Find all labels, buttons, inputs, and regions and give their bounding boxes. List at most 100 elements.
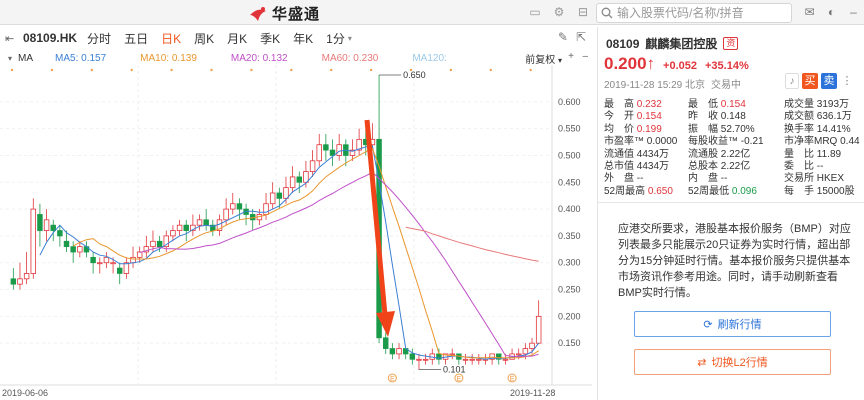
last-price: 0.200↑ bbox=[604, 54, 655, 74]
ma5-value: MA5: 0.157 bbox=[55, 53, 107, 64]
more-menu-icon[interactable]: ⋮ bbox=[840, 73, 854, 89]
app-name: 华盛通 bbox=[272, 6, 321, 23]
candle-body bbox=[130, 256, 136, 264]
candle-body bbox=[17, 278, 23, 285]
dividend-marker-dot bbox=[369, 68, 373, 72]
candle-body bbox=[236, 203, 243, 210]
candle-body bbox=[336, 144, 342, 156]
title-bar: 华盛通 ▭ ⚙ ⊟ ⊡ ✉ ◐ – ✕ bbox=[0, 0, 864, 25]
monitor-icon[interactable]: ▭ bbox=[528, 5, 542, 19]
settings-icon[interactable]: ⚙ bbox=[552, 5, 566, 19]
theme-icon[interactable]: ◐ bbox=[825, 5, 838, 19]
alert-bell-icon[interactable]: ♪ bbox=[785, 73, 799, 89]
dividend-marker-dot bbox=[90, 68, 94, 72]
tab-period-intraday[interactable]: 分时 bbox=[87, 30, 111, 47]
candle-body bbox=[103, 256, 110, 264]
dividend-marker-dot bbox=[10, 68, 14, 72]
add-indicator-icon[interactable]: + bbox=[568, 51, 574, 62]
price-change: +0.052 bbox=[663, 60, 697, 72]
buy-button[interactable]: 买 bbox=[802, 73, 818, 89]
y-tick-label: 0.150 bbox=[558, 338, 581, 348]
switch-icon: ⇄ bbox=[697, 356, 707, 369]
y-tick-label: 0.600 bbox=[558, 97, 581, 107]
sidebar-toggle-icon[interactable]: ⇤ bbox=[5, 32, 19, 45]
candle-body bbox=[50, 224, 56, 231]
expand-icon[interactable]: ⇱ bbox=[576, 30, 586, 44]
collapse-icon[interactable]: ▾ bbox=[8, 54, 12, 63]
y-tick-label: 0.500 bbox=[558, 150, 581, 160]
mail-icon[interactable]: ✉ bbox=[803, 5, 816, 19]
draw-pen-icon[interactable]: ✎ bbox=[558, 30, 568, 44]
minimize-icon[interactable]: ⊟ bbox=[576, 5, 590, 19]
candle-body bbox=[10, 278, 17, 285]
candle-body bbox=[476, 358, 482, 361]
candle-body bbox=[30, 208, 37, 274]
candle-body bbox=[449, 353, 455, 356]
minute-period-dropdown[interactable]: 1分 ▾ bbox=[326, 30, 352, 47]
candle-body bbox=[323, 144, 329, 151]
stat-label: 52周最高 bbox=[604, 185, 648, 197]
price-adjust-dropdown[interactable]: 前复权 ▾ bbox=[525, 51, 562, 66]
switch-l2-label: 切换L2行情 bbox=[711, 357, 768, 369]
chevron-down-icon: ▾ bbox=[557, 56, 562, 65]
tab-period-quarterly[interactable]: 季K bbox=[260, 30, 280, 47]
trend-arrow-shaft bbox=[364, 119, 388, 316]
candle-body bbox=[469, 358, 475, 361]
candle-body bbox=[57, 230, 63, 237]
bmp-notice-text: 应港交所要求，港股基本报价服务（BMP）对应列表最多只能展示20只证券为实时行情… bbox=[618, 223, 851, 299]
stat-item: 52周最低 0.096 bbox=[688, 182, 757, 197]
ma20-line bbox=[139, 171, 539, 358]
tab-period-yearly[interactable]: 年K bbox=[293, 30, 313, 47]
candle-body bbox=[63, 240, 70, 248]
candle-body bbox=[422, 358, 429, 361]
stat-value: 15000股 bbox=[816, 185, 855, 197]
candle-body bbox=[309, 160, 316, 172]
event-marker-label: E bbox=[390, 376, 395, 383]
ma-indicator-row: ▾ MA MA5: 0.157 MA10: 0.139 MA20: 0.132 … bbox=[0, 51, 592, 66]
candle-body bbox=[303, 171, 309, 183]
tab-period-weekly[interactable]: 周K bbox=[194, 30, 214, 47]
refresh-quote-button[interactable]: ⟳ 刷新行情 bbox=[634, 311, 831, 337]
candle-body bbox=[170, 230, 176, 237]
dividend-marker-dot bbox=[210, 68, 213, 72]
candle-body bbox=[462, 358, 469, 361]
tab-period-daily[interactable]: 日K bbox=[161, 30, 181, 47]
candle-body bbox=[183, 224, 189, 231]
event-marker-label: E bbox=[456, 376, 461, 383]
tab-period-5day[interactable]: 五日 bbox=[124, 30, 148, 47]
window-minimize-icon[interactable]: – bbox=[847, 5, 860, 19]
low-annotation-label: 0.101 bbox=[443, 364, 466, 374]
candle-body bbox=[223, 208, 229, 221]
candle-body bbox=[37, 214, 43, 231]
candle-body bbox=[97, 262, 103, 265]
stock-code: 08109.HK bbox=[23, 31, 78, 45]
candlestick-chart[interactable]: 0.600 0.550 0.500 0.450 0.400 0.350 0.300 0.250… bbox=[0, 65, 592, 400]
price-change-pct: +35.14% bbox=[705, 60, 749, 72]
candle-body bbox=[529, 342, 535, 349]
refresh-icon: ⟳ bbox=[703, 318, 713, 331]
margin-badge: 资 bbox=[723, 37, 739, 50]
price-up-arrow: ↑ bbox=[646, 54, 656, 73]
candle-body bbox=[416, 358, 422, 361]
chevron-down-icon: ▾ bbox=[347, 33, 352, 43]
divider bbox=[598, 202, 864, 203]
stock-search-box[interactable] bbox=[596, 3, 792, 23]
candle-body bbox=[77, 246, 83, 253]
close-indicator-icon[interactable]: – bbox=[582, 51, 588, 62]
tab-period-monthly[interactable]: 月K bbox=[227, 30, 247, 47]
sell-button[interactable]: 卖 bbox=[821, 73, 837, 89]
search-input[interactable] bbox=[617, 6, 787, 20]
chart-toolbar: ⇤ 08109.HK 分时 五日 日K 周K 月K 季K 年K 1分 ▾ ✎ ⇱ bbox=[0, 27, 592, 49]
y-tick-label: 0.350 bbox=[558, 231, 581, 241]
ma120-value: MA120: bbox=[412, 53, 447, 64]
candle-body bbox=[515, 353, 522, 356]
candle-body bbox=[196, 219, 203, 226]
candle-body bbox=[502, 358, 509, 361]
dividend-marker-dot bbox=[130, 68, 133, 72]
indicator-name: MA bbox=[18, 53, 34, 64]
stat-label: 每 手 bbox=[784, 185, 817, 197]
switch-l2-button[interactable]: ⇄ 切换L2行情 bbox=[634, 349, 831, 375]
y-tick-label: 0.400 bbox=[558, 204, 581, 214]
candle-body bbox=[70, 246, 76, 253]
candle-body bbox=[136, 251, 143, 258]
